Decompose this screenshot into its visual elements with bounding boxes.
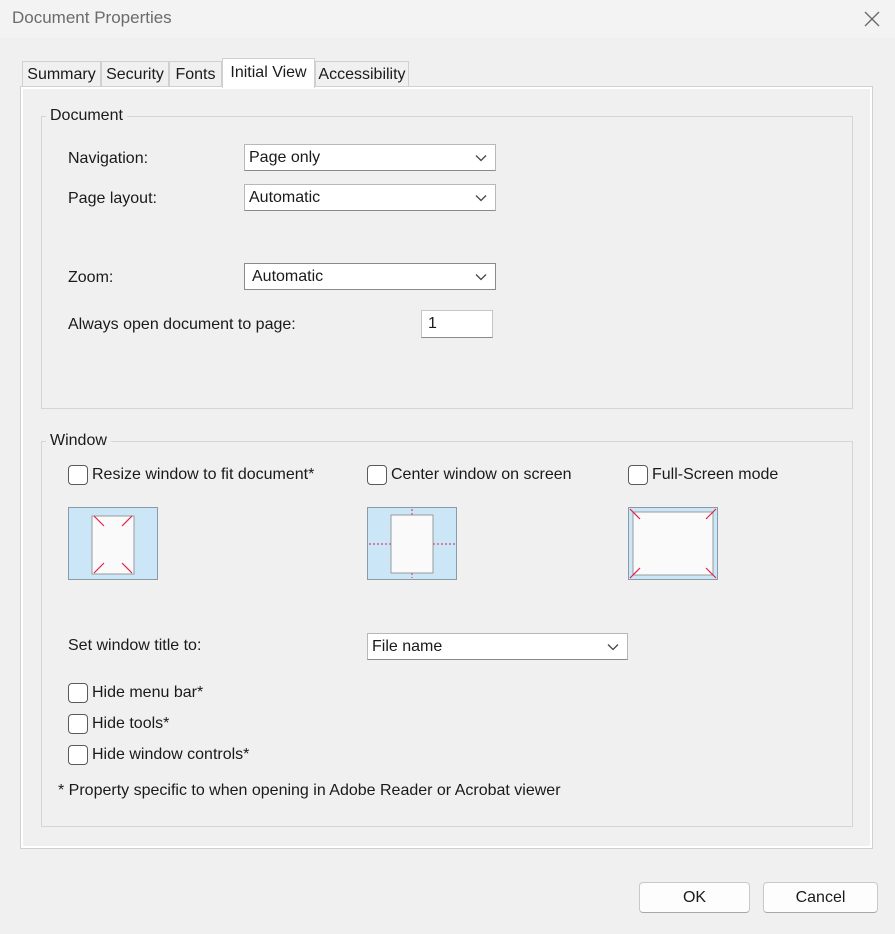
open-to-page-label: Always open document to page: [68,316,296,333]
document-properties-dialog: Document Properties Summary Security Fon… [0,0,895,934]
chevron-down-icon [475,155,487,162]
dialog-title: Document Properties [12,8,172,27]
hide-window-controls-checkbox[interactable] [68,745,88,765]
window-group-label: Window [46,432,111,450]
tab-security[interactable]: Security [101,61,169,87]
zoom-select[interactable]: Automatic [244,263,496,290]
hide-menu-bar-label: Hide menu bar* [92,684,204,701]
resize-window-checkbox[interactable] [68,465,88,485]
ok-button[interactable]: OK [639,882,750,913]
window-title-value: File name [372,638,443,655]
close-icon [864,11,880,27]
title-bar: Document Properties [0,0,895,38]
cancel-button[interactable]: Cancel [763,882,878,913]
tab-summary[interactable]: Summary [22,61,101,87]
chevron-down-icon [607,644,619,651]
navigation-label: Navigation: [68,150,149,167]
tab-fonts[interactable]: Fonts [169,61,222,87]
resize-window-label: Resize window to fit document* [92,466,315,483]
tab-initial-view[interactable]: Initial View [222,58,315,88]
full-screen-label: Full-Screen mode [652,466,779,483]
window-title-select[interactable]: File name [367,633,628,660]
footnote-text: * Property specific to when opening in A… [58,782,561,799]
hide-tools-checkbox[interactable] [68,714,88,734]
zoom-value: Automatic [252,268,324,285]
center-window-checkbox[interactable] [367,465,387,485]
page-layout-label: Page layout: [68,190,157,207]
window-title-label: Set window title to: [68,637,202,654]
close-button[interactable] [852,4,892,34]
center-window-label: Center window on screen [391,466,572,483]
navigation-value: Page only [249,149,321,166]
center-window-preview-icon [367,507,457,580]
full-screen-preview-icon [628,507,718,580]
chevron-down-icon [475,274,487,281]
open-to-page-field[interactable] [421,310,493,338]
open-to-page-input[interactable] [422,311,492,337]
document-group-label: Document [46,107,127,125]
page-layout-value: Automatic [249,189,321,206]
chevron-down-icon [475,195,487,202]
navigation-select[interactable]: Page only [244,144,496,171]
hide-menu-bar-checkbox[interactable] [68,683,88,703]
zoom-label: Zoom: [68,269,114,286]
page-layout-select[interactable]: Automatic [244,184,496,211]
resize-window-preview-icon [68,507,158,580]
tab-accessibility[interactable]: Accessibility [315,61,409,87]
hide-tools-label: Hide tools* [92,715,170,732]
hide-window-controls-label: Hide window controls* [92,746,250,763]
full-screen-checkbox[interactable] [628,465,648,485]
